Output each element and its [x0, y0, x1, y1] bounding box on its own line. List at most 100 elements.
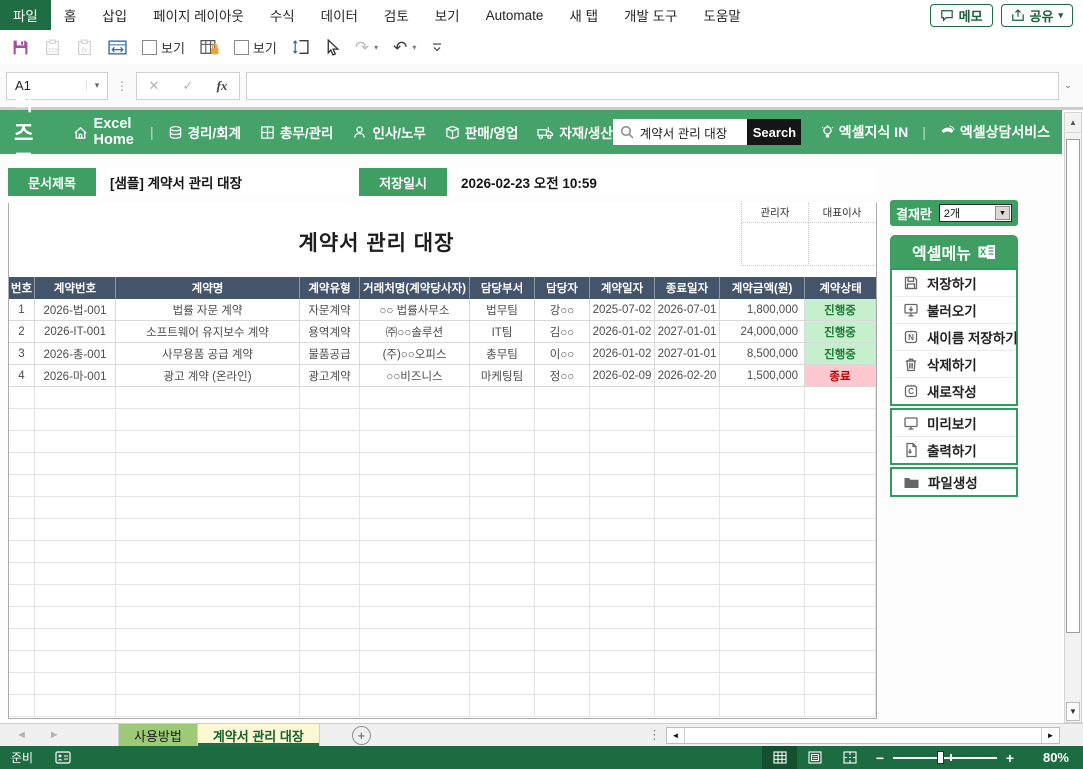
- menu-item-새이름 저장하기[interactable]: N새이름 저장하기: [892, 323, 1016, 350]
- search-button[interactable]: Search: [747, 119, 801, 145]
- ribbon-tab-보기[interactable]: 보기: [422, 0, 473, 30]
- table-cell-empty[interactable]: [360, 387, 470, 409]
- insert-function-icon[interactable]: fx: [205, 78, 239, 94]
- table-cell[interactable]: 용역계약: [300, 321, 360, 343]
- table-cell-empty[interactable]: [35, 629, 116, 651]
- table-cell-empty[interactable]: [590, 541, 655, 563]
- table-cell[interactable]: (주)○○오피스: [360, 343, 470, 365]
- table-cell[interactable]: ○○비즈니스: [360, 365, 470, 387]
- confirm-entry-icon[interactable]: ✓: [171, 78, 205, 94]
- table-cell-empty[interactable]: [360, 497, 470, 519]
- table-cell[interactable]: 법률 자문 계약: [116, 299, 300, 321]
- table-cell-empty[interactable]: [535, 453, 590, 475]
- accessibility-icon[interactable]: [55, 751, 71, 765]
- table-cell-empty[interactable]: [805, 409, 876, 431]
- table-cell[interactable]: 이○○: [535, 343, 590, 365]
- add-sheet-button[interactable]: +: [352, 726, 371, 745]
- table-cell-empty[interactable]: [9, 585, 35, 607]
- sheet-next-icon[interactable]: ►: [49, 729, 60, 741]
- table-cell[interactable]: 2025-07-02: [590, 299, 655, 321]
- table-cell[interactable]: 광고계약: [300, 365, 360, 387]
- table-cell-empty[interactable]: [655, 409, 720, 431]
- cancel-entry-icon[interactable]: ✕: [137, 78, 171, 94]
- view-checkbox-2[interactable]: 보기: [234, 38, 277, 57]
- table-cell-empty[interactable]: [720, 673, 805, 695]
- table-cell-empty[interactable]: [535, 497, 590, 519]
- table-cell[interactable]: 1,500,000: [720, 365, 805, 387]
- scroll-left-icon[interactable]: ◄: [667, 728, 685, 743]
- scroll-down-icon[interactable]: ▼: [1066, 702, 1080, 721]
- table-cell-empty[interactable]: [9, 695, 35, 717]
- table-cell-empty[interactable]: [360, 607, 470, 629]
- table-cell[interactable]: 총무팀: [470, 343, 535, 365]
- table-cell-empty[interactable]: [116, 541, 300, 563]
- approval-dropdown[interactable]: 2개 ▼: [939, 204, 1012, 222]
- table-cell[interactable]: 2026-법-001: [35, 299, 116, 321]
- table-cell-empty[interactable]: [720, 519, 805, 541]
- table-cell-empty[interactable]: [805, 431, 876, 453]
- sheet-tab-사용방법[interactable]: 사용방법: [118, 724, 198, 746]
- table-cell-empty[interactable]: [300, 629, 360, 651]
- table-cell[interactable]: 24,000,000: [720, 321, 805, 343]
- table-cell-empty[interactable]: [590, 607, 655, 629]
- ribbon-tab-도움말[interactable]: 도움말: [690, 0, 753, 30]
- table-cell-empty[interactable]: [590, 585, 655, 607]
- sheet-prev-icon[interactable]: ◄: [16, 729, 27, 741]
- table-cell[interactable]: 2: [9, 321, 35, 343]
- table-cell-empty[interactable]: [720, 453, 805, 475]
- table-cell-empty[interactable]: [655, 519, 720, 541]
- table-cell-empty[interactable]: [655, 585, 720, 607]
- table-cell-empty[interactable]: [590, 651, 655, 673]
- table-cell-empty[interactable]: [360, 453, 470, 475]
- horizontal-scrollbar-thumb[interactable]: [685, 728, 1041, 743]
- table-cell-empty[interactable]: [470, 629, 535, 651]
- table-cell[interactable]: 2026-02-09: [590, 365, 655, 387]
- table-cell-empty[interactable]: [116, 409, 300, 431]
- table-cell-empty[interactable]: [590, 695, 655, 717]
- table-cell-empty[interactable]: [470, 651, 535, 673]
- table-cell-empty[interactable]: [805, 475, 876, 497]
- table-cell-empty[interactable]: [590, 519, 655, 541]
- table-cell-empty[interactable]: [655, 387, 720, 409]
- table-cell-empty[interactable]: [300, 497, 360, 519]
- table-cell-empty[interactable]: [360, 629, 470, 651]
- table-cell-empty[interactable]: [9, 431, 35, 453]
- table-cell[interactable]: 2026-IT-001: [35, 321, 116, 343]
- table-cell-empty[interactable]: [655, 651, 720, 673]
- table-cell-empty[interactable]: [720, 475, 805, 497]
- table-cell-empty[interactable]: [360, 695, 470, 717]
- menu-item-새로작성[interactable]: C새로작성: [892, 377, 1016, 404]
- table-cell-empty[interactable]: [590, 673, 655, 695]
- table-cell-empty[interactable]: [35, 541, 116, 563]
- table-cell-empty[interactable]: [116, 673, 300, 695]
- table-cell-empty[interactable]: [116, 431, 300, 453]
- table-cell-empty[interactable]: [535, 519, 590, 541]
- paste-formulas-icon[interactable]: fx: [76, 39, 93, 56]
- table-cell-empty[interactable]: [300, 431, 360, 453]
- table-cell[interactable]: 2027-01-01: [655, 343, 720, 365]
- view-checkbox-1[interactable]: 보기: [142, 38, 185, 57]
- table-cell-empty[interactable]: [35, 519, 116, 541]
- table-cell-empty[interactable]: [470, 695, 535, 717]
- status-cell[interactable]: 진행중: [805, 321, 876, 343]
- table-cell-empty[interactable]: [35, 431, 116, 453]
- table-cell-empty[interactable]: [116, 497, 300, 519]
- table-cell-empty[interactable]: [300, 695, 360, 717]
- table-cell[interactable]: 1: [9, 299, 35, 321]
- nav-category-경리/회계[interactable]: 경리/회계: [168, 122, 241, 142]
- table-cell-empty[interactable]: [535, 431, 590, 453]
- name-box-dropdown-icon[interactable]: ▾: [86, 80, 107, 91]
- table-cell-empty[interactable]: [470, 453, 535, 475]
- table-cell-empty[interactable]: [300, 607, 360, 629]
- table-cell[interactable]: 1,800,000: [720, 299, 805, 321]
- table-cell-empty[interactable]: [300, 585, 360, 607]
- table-cell-empty[interactable]: [655, 497, 720, 519]
- nav-category-자재/생산[interactable]: 자재/생산: [537, 122, 612, 142]
- memo-button[interactable]: 메모: [930, 4, 993, 27]
- sheet-tab-계약서 관리 대장[interactable]: 계약서 관리 대장: [198, 724, 320, 746]
- table-cell-empty[interactable]: [655, 695, 720, 717]
- table-cell[interactable]: ㈜○○솔루션: [360, 321, 470, 343]
- table-cell-empty[interactable]: [300, 673, 360, 695]
- table-cell-empty[interactable]: [590, 387, 655, 409]
- table-cell[interactable]: 법무팀: [470, 299, 535, 321]
